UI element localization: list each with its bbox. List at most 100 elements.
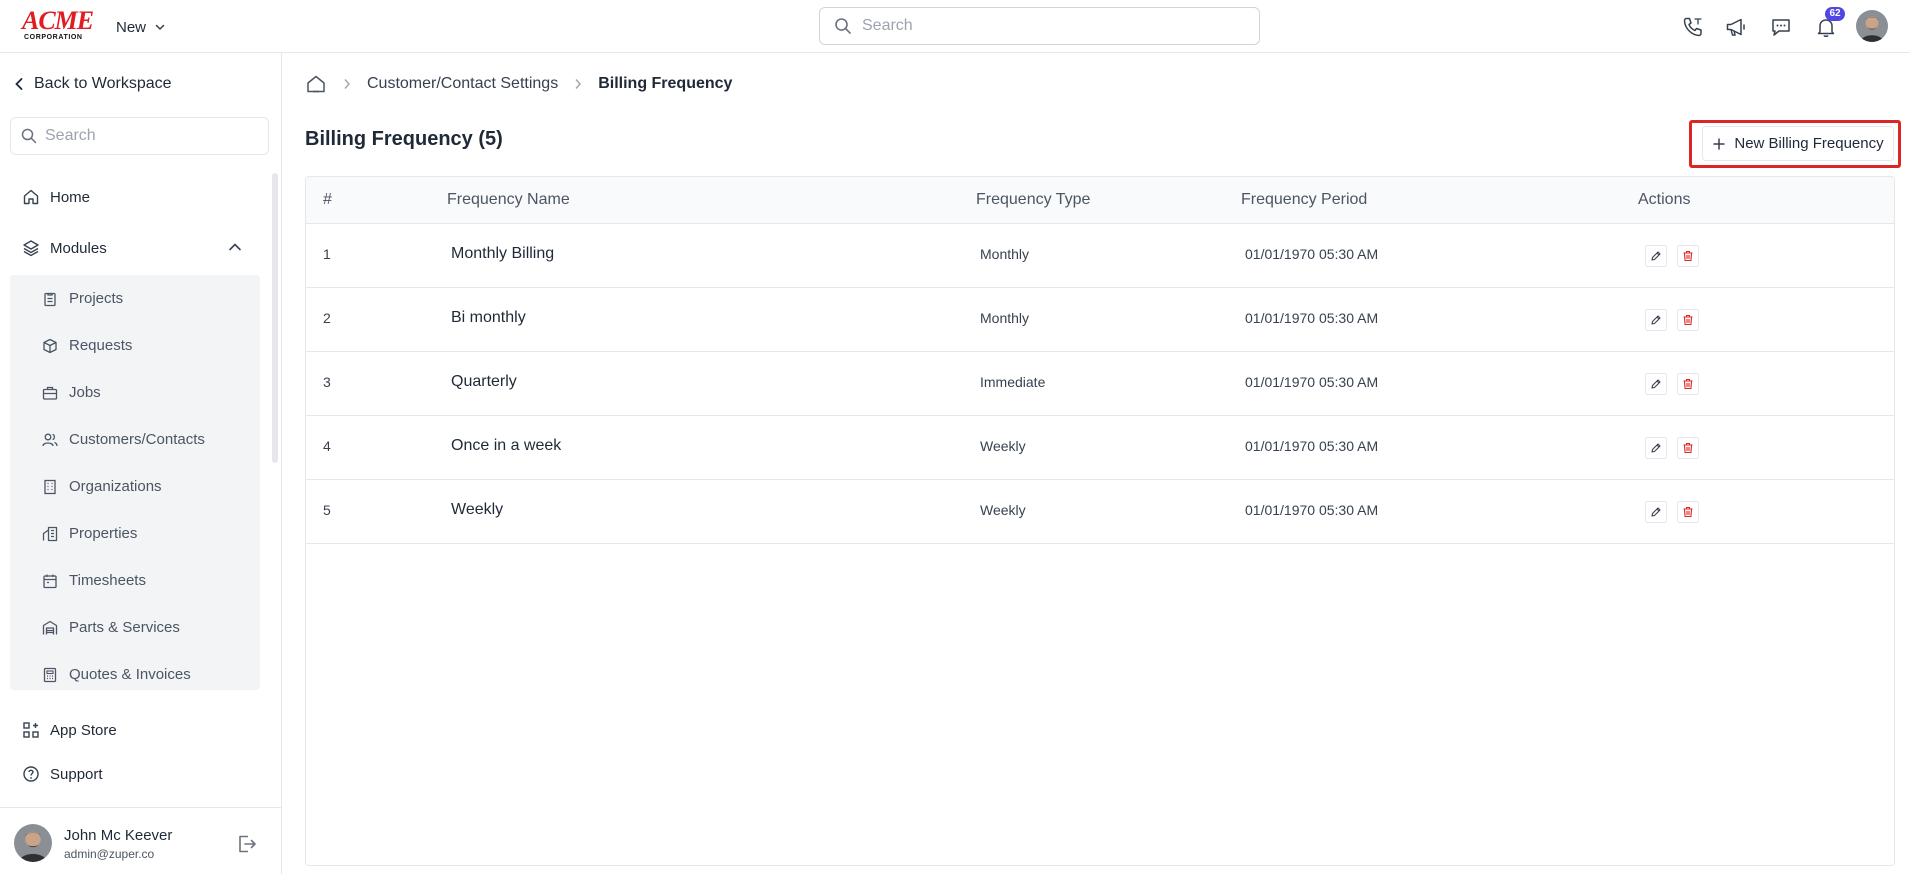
- sidebar-item-parts-services[interactable]: Parts & Services: [42, 619, 180, 636]
- sidebar-item-timesheets[interactable]: Timesheets: [42, 572, 146, 589]
- table-row[interactable]: 4 Once in a week Weekly 01/01/1970 05:30…: [306, 416, 1894, 480]
- avatar[interactable]: [1856, 10, 1888, 42]
- sidebar-item-label: Quotes & Invoices: [69, 666, 191, 683]
- new-billing-frequency-label: New Billing Frequency: [1734, 135, 1884, 152]
- home-icon[interactable]: [305, 73, 327, 95]
- calendar-icon: [42, 573, 58, 589]
- delete-icon[interactable]: [1677, 245, 1699, 267]
- logout-icon[interactable]: [236, 833, 258, 855]
- column-header-actions: Actions: [1638, 191, 1691, 208]
- sidebar-item-label: Parts & Services: [69, 619, 180, 636]
- sidebar-item-jobs[interactable]: Jobs: [42, 384, 101, 401]
- page-title: Billing Frequency (5): [305, 128, 503, 150]
- back-to-workspace-link[interactable]: Back to Workspace: [14, 75, 172, 93]
- edit-icon[interactable]: [1645, 309, 1667, 331]
- sidebar-item-customers-contacts[interactable]: Customers/Contacts: [42, 431, 205, 448]
- new-menu-label: New: [116, 18, 147, 36]
- megaphone-icon[interactable]: [1723, 14, 1749, 40]
- frequency-type: Monthly: [980, 310, 1030, 326]
- sidebar-item-label: Timesheets: [69, 572, 146, 589]
- help-circle-icon: [22, 765, 40, 783]
- sidebar-item-properties[interactable]: Properties: [42, 525, 137, 542]
- chevron-down-icon: [154, 21, 166, 33]
- new-billing-frequency-button[interactable]: New Billing Frequency: [1702, 126, 1894, 161]
- back-to-workspace-label: Back to Workspace: [34, 75, 172, 92]
- frequency-name: Weekly: [451, 501, 504, 518]
- delete-icon[interactable]: [1677, 309, 1699, 331]
- sidebar-search[interactable]: [10, 117, 269, 155]
- row-index: 1: [323, 246, 331, 262]
- user-email: admin@zuper.co: [64, 847, 155, 861]
- column-header-name[interactable]: Frequency Name: [447, 191, 570, 209]
- warehouse-icon: [42, 620, 58, 636]
- row-index: 2: [323, 310, 331, 326]
- sidebar-item-modules[interactable]: Modules: [22, 239, 248, 257]
- search-icon: [834, 17, 852, 35]
- edit-icon[interactable]: [1645, 373, 1667, 395]
- sidebar-item-label: Customers/Contacts: [69, 431, 205, 448]
- frequency-period: 01/01/1970 05:30 AM: [1245, 438, 1379, 454]
- sidebar-item-support[interactable]: Support: [22, 765, 103, 783]
- row-index: 3: [323, 374, 331, 390]
- home-icon: [22, 188, 40, 206]
- frequency-name: Quarterly: [451, 373, 517, 390]
- chevron-right-icon: [343, 78, 351, 90]
- frequency-period: 01/01/1970 05:30 AM: [1245, 310, 1379, 326]
- table-row[interactable]: 2 Bi monthly Monthly 01/01/1970 05:30 AM: [306, 288, 1894, 352]
- plus-icon: [1712, 137, 1726, 151]
- notification-bell-icon[interactable]: 62: [1813, 7, 1845, 40]
- sidebar-item-organizations[interactable]: Organizations: [42, 478, 162, 495]
- chevron-right-icon: [574, 78, 582, 90]
- sidebar-item-app-store[interactable]: App Store: [22, 721, 117, 739]
- frequency-name: Bi monthly: [451, 309, 526, 326]
- frequency-name: Monthly Billing: [451, 245, 555, 262]
- chat-icon[interactable]: [1768, 14, 1794, 40]
- chevron-up-icon: [228, 242, 242, 252]
- sidebar-item-label: Modules: [50, 239, 107, 257]
- notification-badge: 62: [1825, 7, 1845, 21]
- phone-icon[interactable]: [1680, 14, 1706, 40]
- global-search[interactable]: [819, 7, 1260, 45]
- frequency-type: Weekly: [980, 502, 1026, 518]
- row-index: 4: [323, 438, 331, 454]
- new-menu-button[interactable]: New: [116, 16, 166, 38]
- edit-icon[interactable]: [1645, 437, 1667, 459]
- delete-icon[interactable]: [1677, 373, 1699, 395]
- calculator-icon: [42, 667, 58, 683]
- table-row[interactable]: 5 Weekly Weekly 01/01/1970 05:30 AM: [306, 480, 1894, 544]
- sidebar-item-projects[interactable]: Projects: [42, 290, 123, 307]
- sidebar-scrollbar[interactable]: [272, 173, 278, 463]
- frequency-period: 01/01/1970 05:30 AM: [1245, 374, 1379, 390]
- billing-frequency-table: # Frequency Name Frequency Type Frequenc…: [305, 176, 1895, 866]
- logo-text: ACME: [22, 6, 94, 35]
- search-icon: [21, 128, 37, 144]
- top-bar: ACME CORPORATION New 62: [0, 0, 1910, 53]
- frequency-period: 01/01/1970 05:30 AM: [1245, 246, 1379, 262]
- app-grid-icon: [22, 721, 40, 739]
- sidebar-item-quotes-invoices[interactable]: Quotes & Invoices: [42, 666, 191, 683]
- table-row[interactable]: 1 Monthly Billing Monthly 01/01/1970 05:…: [306, 224, 1894, 288]
- frequency-type: Monthly: [980, 246, 1030, 262]
- column-header-type[interactable]: Frequency Type: [976, 191, 1090, 209]
- column-header-period[interactable]: Frequency Period: [1241, 191, 1367, 209]
- table-row[interactable]: 3 Quarterly Immediate 01/01/1970 05:30 A…: [306, 352, 1894, 416]
- delete-icon[interactable]: [1677, 501, 1699, 523]
- sidebar-item-label: Projects: [69, 290, 124, 307]
- frequency-period: 01/01/1970 05:30 AM: [1245, 502, 1379, 518]
- sidebar-item-label: Support: [50, 765, 103, 783]
- sidebar-search-input[interactable]: [45, 127, 245, 145]
- global-search-input[interactable]: [862, 17, 1242, 35]
- logo-subtext: CORPORATION: [24, 34, 83, 41]
- breadcrumb: Customer/Contact Settings Billing Freque…: [305, 72, 732, 96]
- sidebar-item-home[interactable]: Home: [22, 188, 90, 206]
- sidebar-item-requests[interactable]: Requests: [42, 337, 132, 354]
- breadcrumb-parent-link[interactable]: Customer/Contact Settings: [367, 75, 558, 93]
- user-avatar[interactable]: [14, 824, 52, 862]
- edit-icon[interactable]: [1645, 245, 1667, 267]
- company-logo[interactable]: ACME CORPORATION: [22, 8, 94, 42]
- edit-icon[interactable]: [1645, 501, 1667, 523]
- sidebar: Back to Workspace Home Modules Projects: [0, 53, 282, 874]
- sidebar-item-label: Jobs: [69, 384, 101, 401]
- delete-icon[interactable]: [1677, 437, 1699, 459]
- users-icon: [42, 432, 58, 448]
